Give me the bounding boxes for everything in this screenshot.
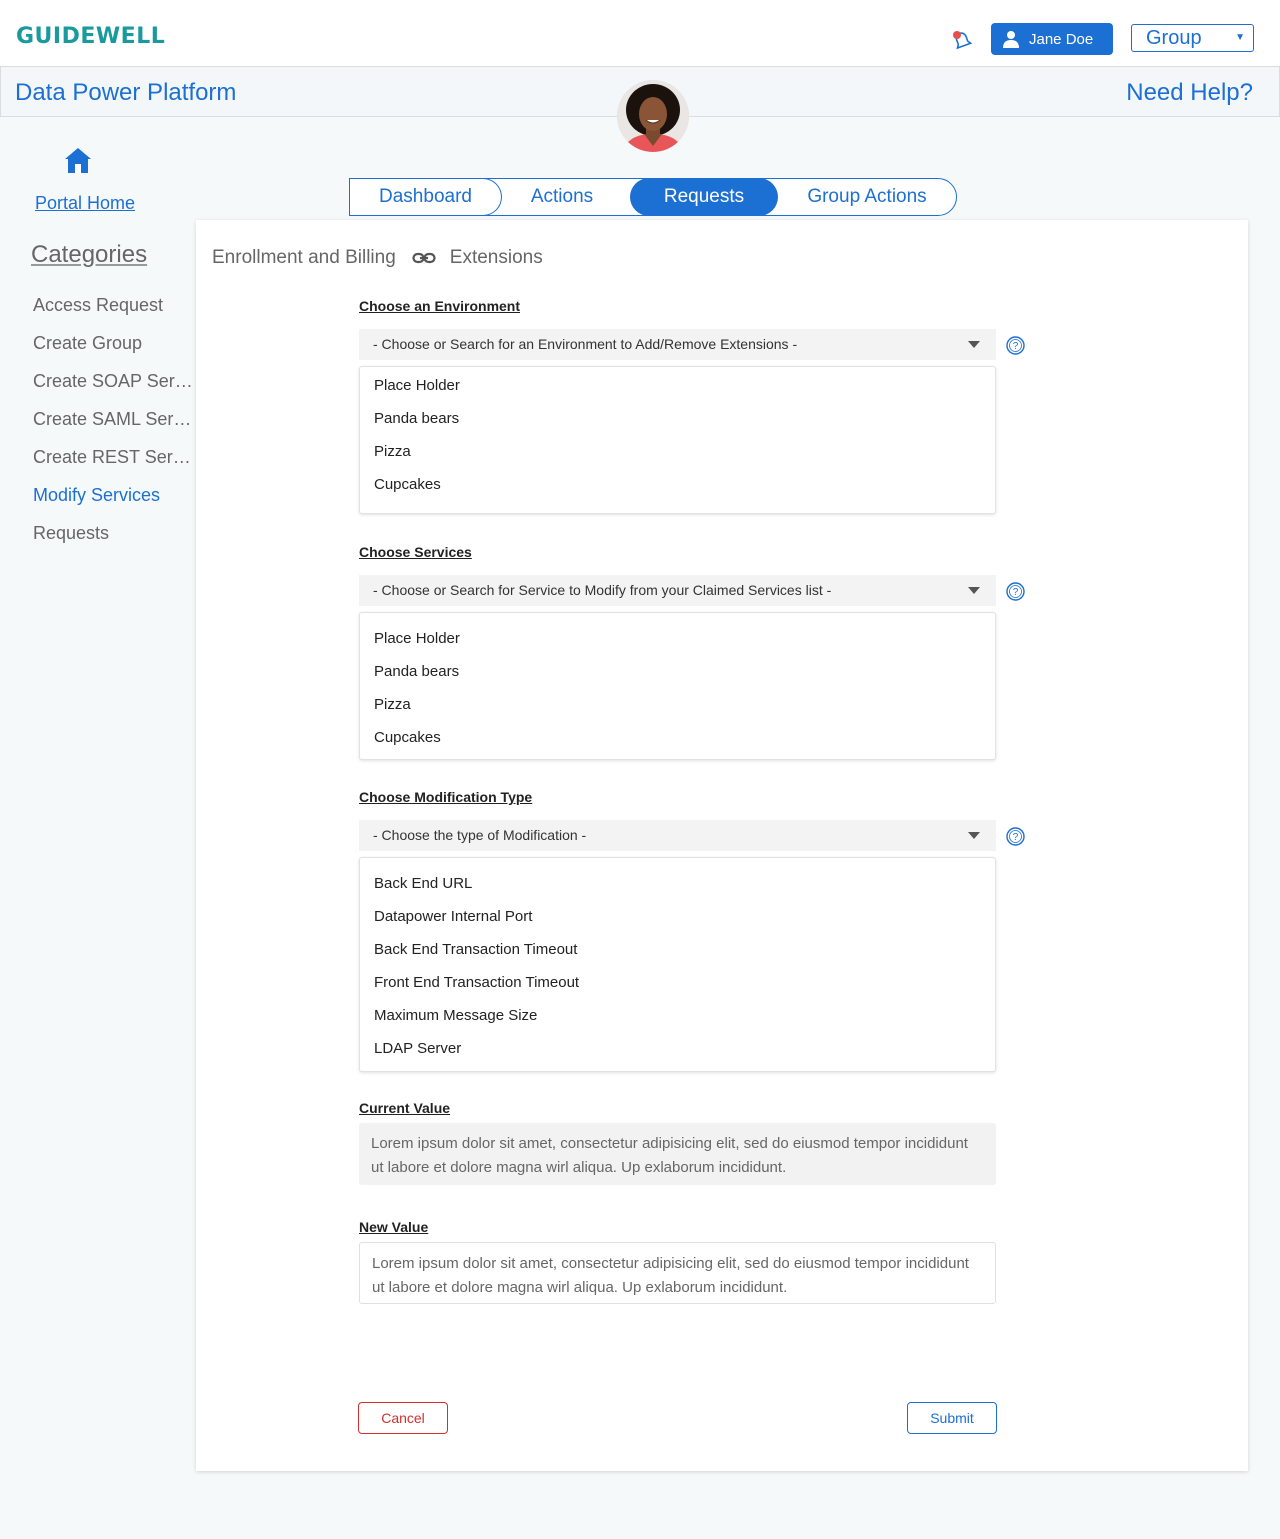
services-select-placeholder: - Choose or Search for Service to Modify… [373, 582, 832, 598]
services-select[interactable]: - Choose or Search for Service to Modify… [359, 575, 996, 606]
caret-down-icon [968, 341, 980, 348]
breadcrumb: Enrollment and Billing Extensions [212, 247, 543, 269]
avatar-image [617, 80, 689, 152]
list-item[interactable]: Pizza [374, 696, 411, 713]
home-icon[interactable] [63, 145, 93, 175]
list-item[interactable]: Back End Transaction Timeout [374, 941, 577, 958]
submit-button[interactable]: Submit [907, 1402, 997, 1434]
list-item[interactable]: Front End Transaction Timeout [374, 974, 579, 991]
environment-label: Choose an Environment [359, 298, 521, 314]
list-item[interactable]: Cupcakes [374, 476, 441, 493]
main-tabs: Actions Group Actions Dashboard Requests [349, 178, 957, 216]
bell-icon[interactable] [950, 28, 974, 52]
environment-select[interactable]: - Choose or Search for an Environment to… [359, 329, 996, 360]
top-bar: GUIDEWELL Jane Doe Group ▼ [0, 0, 1280, 66]
sidebar-item-create-group[interactable]: Create Group [33, 333, 193, 354]
svg-text:?: ? [1013, 832, 1019, 843]
svg-text:?: ? [1013, 587, 1019, 598]
environment-select-placeholder: - Choose or Search for an Environment to… [373, 336, 798, 352]
sidebar-item-access-request[interactable]: Access Request [33, 295, 193, 316]
list-item[interactable]: Cupcakes [374, 729, 441, 746]
tab-dashboard[interactable]: Dashboard [350, 178, 502, 216]
services-options-list: Place Holder Panda bears Pizza Cupcakes [359, 612, 996, 760]
need-help-link[interactable]: Need Help? [1126, 79, 1253, 107]
sidebar-item-create-soap-service[interactable]: Create SOAP Servi... [33, 371, 193, 392]
link-icon [412, 252, 436, 264]
list-item[interactable]: Datapower Internal Port [374, 908, 532, 925]
caret-down-icon [968, 587, 980, 594]
modification-type-options-list: Back End URL Datapower Internal Port Bac… [359, 857, 996, 1072]
caret-down-icon [968, 832, 980, 839]
user-name: Jane Doe [1029, 30, 1094, 48]
list-item[interactable]: Back End URL [374, 875, 472, 892]
svg-text:?: ? [1013, 341, 1019, 352]
user-icon [1003, 31, 1019, 48]
list-item[interactable]: Place Holder [374, 630, 460, 647]
current-value-label: Current Value [359, 1100, 451, 1116]
modification-type-select-placeholder: - Choose the type of Modification - [373, 827, 587, 843]
user-menu-button[interactable]: Jane Doe [991, 23, 1113, 55]
portal-home-link[interactable]: Portal Home [35, 193, 135, 214]
group-select[interactable]: Group ▼ [1131, 24, 1254, 52]
tab-group-actions[interactable]: Group Actions [770, 178, 964, 216]
current-value-field: Lorem ipsum dolor sit amet, consectetur … [359, 1123, 996, 1185]
breadcrumb-extensions[interactable]: Extensions [450, 247, 543, 269]
list-item[interactable]: Place Holder [374, 377, 460, 394]
list-item[interactable]: Panda bears [374, 410, 459, 427]
tab-requests[interactable]: Requests [630, 178, 778, 216]
question-circle-icon[interactable]: ? [1006, 336, 1025, 355]
question-circle-icon[interactable]: ? [1006, 582, 1025, 601]
modification-type-label: Choose Modification Type [359, 789, 533, 805]
question-circle-icon[interactable]: ? [1006, 827, 1025, 846]
group-select-value: Group [1146, 27, 1202, 49]
services-label: Choose Services [359, 544, 472, 560]
cancel-button[interactable]: Cancel [358, 1402, 448, 1434]
tab-actions[interactable]: Actions [486, 178, 638, 216]
list-item[interactable]: Panda bears [374, 663, 459, 680]
list-item[interactable]: Maximum Message Size [374, 1007, 537, 1024]
app-title: Data Power Platform [15, 79, 237, 106]
categories-heading: Categories [31, 241, 148, 268]
avatar[interactable] [617, 80, 689, 152]
list-item[interactable]: LDAP Server [374, 1040, 461, 1057]
caret-down-icon: ▼ [1235, 32, 1245, 43]
sidebar-item-create-rest-service[interactable]: Create REST Servi... [33, 447, 193, 468]
sidebar-item-create-saml-service[interactable]: Create SAML Servi... [33, 409, 193, 430]
sidebar-item-requests[interactable]: Requests [33, 523, 193, 544]
guidewell-logo[interactable]: GUIDEWELL [16, 24, 165, 49]
sidebar-item-modify-services[interactable]: Modify Services [33, 485, 193, 506]
breadcrumb-enrollment-billing[interactable]: Enrollment and Billing [212, 247, 396, 269]
modification-type-select[interactable]: - Choose the type of Modification - [359, 820, 996, 851]
new-value-label: New Value [359, 1219, 429, 1235]
environment-options-list: Place Holder Panda bears Pizza Cupcakes [359, 366, 996, 514]
new-value-field[interactable]: Lorem ipsum dolor sit amet, consectetur … [359, 1242, 996, 1304]
list-item[interactable]: Pizza [374, 443, 411, 460]
form-card: Enrollment and Billing Extensions Choose… [196, 220, 1248, 1471]
